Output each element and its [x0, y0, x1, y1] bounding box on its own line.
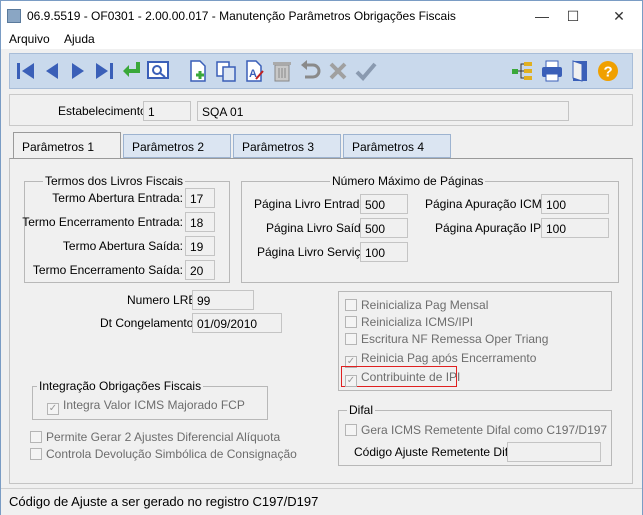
abertura-entrada-field[interactable]: 17	[185, 188, 215, 208]
abertura-entrada-label: Termo Abertura Entrada:	[52, 191, 183, 205]
check-icon: ✓	[47, 403, 59, 415]
termos-group: Termos dos Livros Fiscais Termo Abertura…	[22, 174, 230, 283]
undo-icon[interactable]	[298, 59, 322, 83]
next-icon[interactable]	[66, 59, 90, 83]
first-icon[interactable]	[14, 59, 38, 83]
livro-saida-field[interactable]: 500	[360, 218, 408, 238]
cancel-icon[interactable]	[326, 59, 350, 83]
difal-group: Difal Gera ICMS Remetente Difal como C19…	[338, 403, 612, 466]
estabelecimento-code-field[interactable]: 1	[143, 101, 191, 121]
print-icon[interactable]	[540, 59, 564, 83]
abertura-saida-label: Termo Abertura Saída:	[62, 239, 183, 253]
integracao-group: Integração Obrigações Fiscais ✓ Integra V…	[32, 379, 268, 420]
abertura-saida-field[interactable]: 19	[185, 236, 215, 256]
close-button[interactable]: ✕	[605, 5, 633, 27]
tree-icon[interactable]	[510, 59, 534, 83]
contribuinte-ipi-checkbox[interactable]: ✓ Contribuinte de IPI	[345, 370, 460, 387]
livro-saida-label: Página Livro Saída:	[266, 221, 371, 235]
reinicia-pag-label: Reinicia Pag após Encerramento	[361, 351, 537, 365]
app-window: 06.9.5519 - OF0301 - 2.00.00.017 - Manut…	[0, 0, 643, 515]
encerramento-saida-field[interactable]: 20	[185, 260, 215, 280]
last-icon[interactable]	[92, 59, 116, 83]
controla-devolucao-label: Controla Devolução Simbólica de Consigna…	[46, 447, 297, 461]
tab-parametros-3[interactable]: Parâmetros 3	[233, 134, 341, 158]
copy-icon[interactable]	[214, 59, 238, 83]
tab-parametros-2[interactable]: Parâmetros 2	[123, 134, 231, 158]
reinicializa-icms-ipi-label: Reinicializa ICMS/IPI	[361, 315, 474, 329]
estabelecimento-label: Estabelecimento:	[58, 104, 151, 118]
status-text: Código de Ajuste a ser gerado no registr…	[9, 494, 319, 509]
gera-icms-label: Gera ICMS Remetente Difal como C197/D197	[361, 423, 608, 437]
reinicializa-pag-mensal-label: Reinicializa Pag Mensal	[361, 298, 489, 312]
gera-icms-checkbox[interactable]: Gera ICMS Remetente Difal como C197/D197	[345, 423, 607, 437]
menu-arquivo[interactable]: Arquivo	[9, 32, 50, 46]
status-bar: Código de Ajuste a ser gerado no registr…	[1, 488, 642, 515]
checkbox-box	[345, 316, 357, 328]
checkbox-box	[345, 424, 357, 436]
check-icon: ✓	[345, 375, 357, 387]
permite-gerar-label: Permite Gerar 2 Ajustes Diferencial Alíq…	[46, 430, 281, 444]
contribuinte-ipi-label: Contribuinte de IPI	[361, 370, 461, 384]
checkbox-box	[345, 333, 357, 345]
livro-entrada-label: Página Livro Entrada:	[254, 197, 370, 211]
apuracao-ipi-label: Página Apuração IPI:	[435, 221, 548, 235]
checkbox-box	[30, 431, 42, 443]
controla-devolucao-checkbox[interactable]: Controla Devolução Simbólica de Consigna…	[30, 447, 297, 461]
livro-entrada-field[interactable]: 500	[360, 194, 408, 214]
svg-text:?: ?	[604, 64, 613, 81]
new-icon[interactable]	[186, 59, 210, 83]
save-icon[interactable]	[354, 59, 378, 83]
integra-valor-checkbox[interactable]: ✓ Integra Valor ICMS Majorado FCP	[47, 398, 245, 415]
integracao-title: Integração Obrigações Fiscais	[37, 379, 204, 393]
toolbar: A ?	[9, 53, 633, 89]
numero-lre-label: Numero LRE:	[127, 293, 200, 307]
escritura-nf-checkbox[interactable]: Escritura NF Remessa Oper Triang	[345, 332, 548, 346]
livro-servico-field[interactable]: 100	[360, 242, 408, 262]
paginas-group: Número Máximo de Páginas Página Livro En…	[241, 174, 619, 283]
apuracao-ipi-field[interactable]: 100	[541, 218, 609, 238]
checkbox-box	[345, 299, 357, 311]
termos-title: Termos dos Livros Fiscais	[43, 174, 186, 188]
exit-icon[interactable]	[568, 59, 592, 83]
edit-icon[interactable]: A	[242, 59, 266, 83]
tab-parametros-4[interactable]: Parâmetros 4	[343, 134, 451, 158]
estabelecimento-name-field: SQA 01	[197, 101, 569, 121]
difal-title: Difal	[347, 403, 376, 417]
tab-parametros-1[interactable]: Parâmetros 1	[13, 132, 121, 158]
numero-lre-field[interactable]: 99	[192, 290, 254, 310]
options-group: Reinicializa Pag Mensal Reinicializa ICM…	[338, 291, 612, 391]
encerramento-entrada-label: Termo Encerramento Entrada:	[22, 215, 183, 229]
codigo-ajuste-field[interactable]	[507, 442, 601, 462]
main-panel: Estabelecimento: 1 SQA 01 Parâmetros 1 P…	[9, 94, 633, 484]
tab-page: Termos dos Livros Fiscais Termo Abertura…	[9, 158, 633, 484]
checkbox-box	[30, 448, 42, 460]
menu-bar: Arquivo Ajuda	[1, 31, 642, 49]
dt-congelamento-label: Dt Congelamento:	[100, 316, 197, 330]
codigo-ajuste-label: Código Ajuste Remetente Difal:	[354, 445, 521, 459]
window-title: 06.9.5519 - OF0301 - 2.00.00.017 - Manut…	[27, 9, 456, 23]
estabelecimento-section: Estabelecimento: 1 SQA 01	[9, 94, 633, 126]
integra-valor-label: Integra Valor ICMS Majorado FCP	[63, 398, 245, 412]
dt-congelamento-field[interactable]: 01/09/2010	[192, 313, 282, 333]
delete-icon[interactable]	[270, 59, 294, 83]
app-icon	[7, 9, 21, 23]
goto-icon[interactable]	[120, 59, 144, 83]
minimize-button[interactable]: —	[528, 5, 556, 27]
escritura-nf-label: Escritura NF Remessa Oper Triang	[361, 332, 549, 346]
encerramento-saida-label: Termo Encerramento Saída:	[32, 263, 183, 277]
paginas-title: Número Máximo de Páginas	[330, 174, 486, 188]
help-icon[interactable]: ?	[596, 59, 620, 83]
maximize-button[interactable]: ☐	[559, 5, 587, 27]
reinicializa-icms-ipi-checkbox[interactable]: Reinicializa ICMS/IPI	[345, 315, 473, 329]
encerramento-entrada-field[interactable]: 18	[185, 212, 215, 232]
apuracao-icms-label: Página Apuração ICMS:	[425, 197, 554, 211]
reinicializa-pag-mensal-checkbox[interactable]: Reinicializa Pag Mensal	[345, 298, 488, 312]
apuracao-icms-field[interactable]: 100	[541, 194, 609, 214]
menu-ajuda[interactable]: Ajuda	[64, 32, 95, 46]
title-bar: 06.9.5519 - OF0301 - 2.00.00.017 - Manut…	[1, 1, 642, 31]
search-icon[interactable]	[146, 59, 170, 83]
prev-icon[interactable]	[40, 59, 64, 83]
permite-gerar-checkbox[interactable]: Permite Gerar 2 Ajustes Diferencial Alíq…	[30, 430, 280, 444]
livro-servico-label: Página Livro Serviço:	[257, 245, 371, 259]
